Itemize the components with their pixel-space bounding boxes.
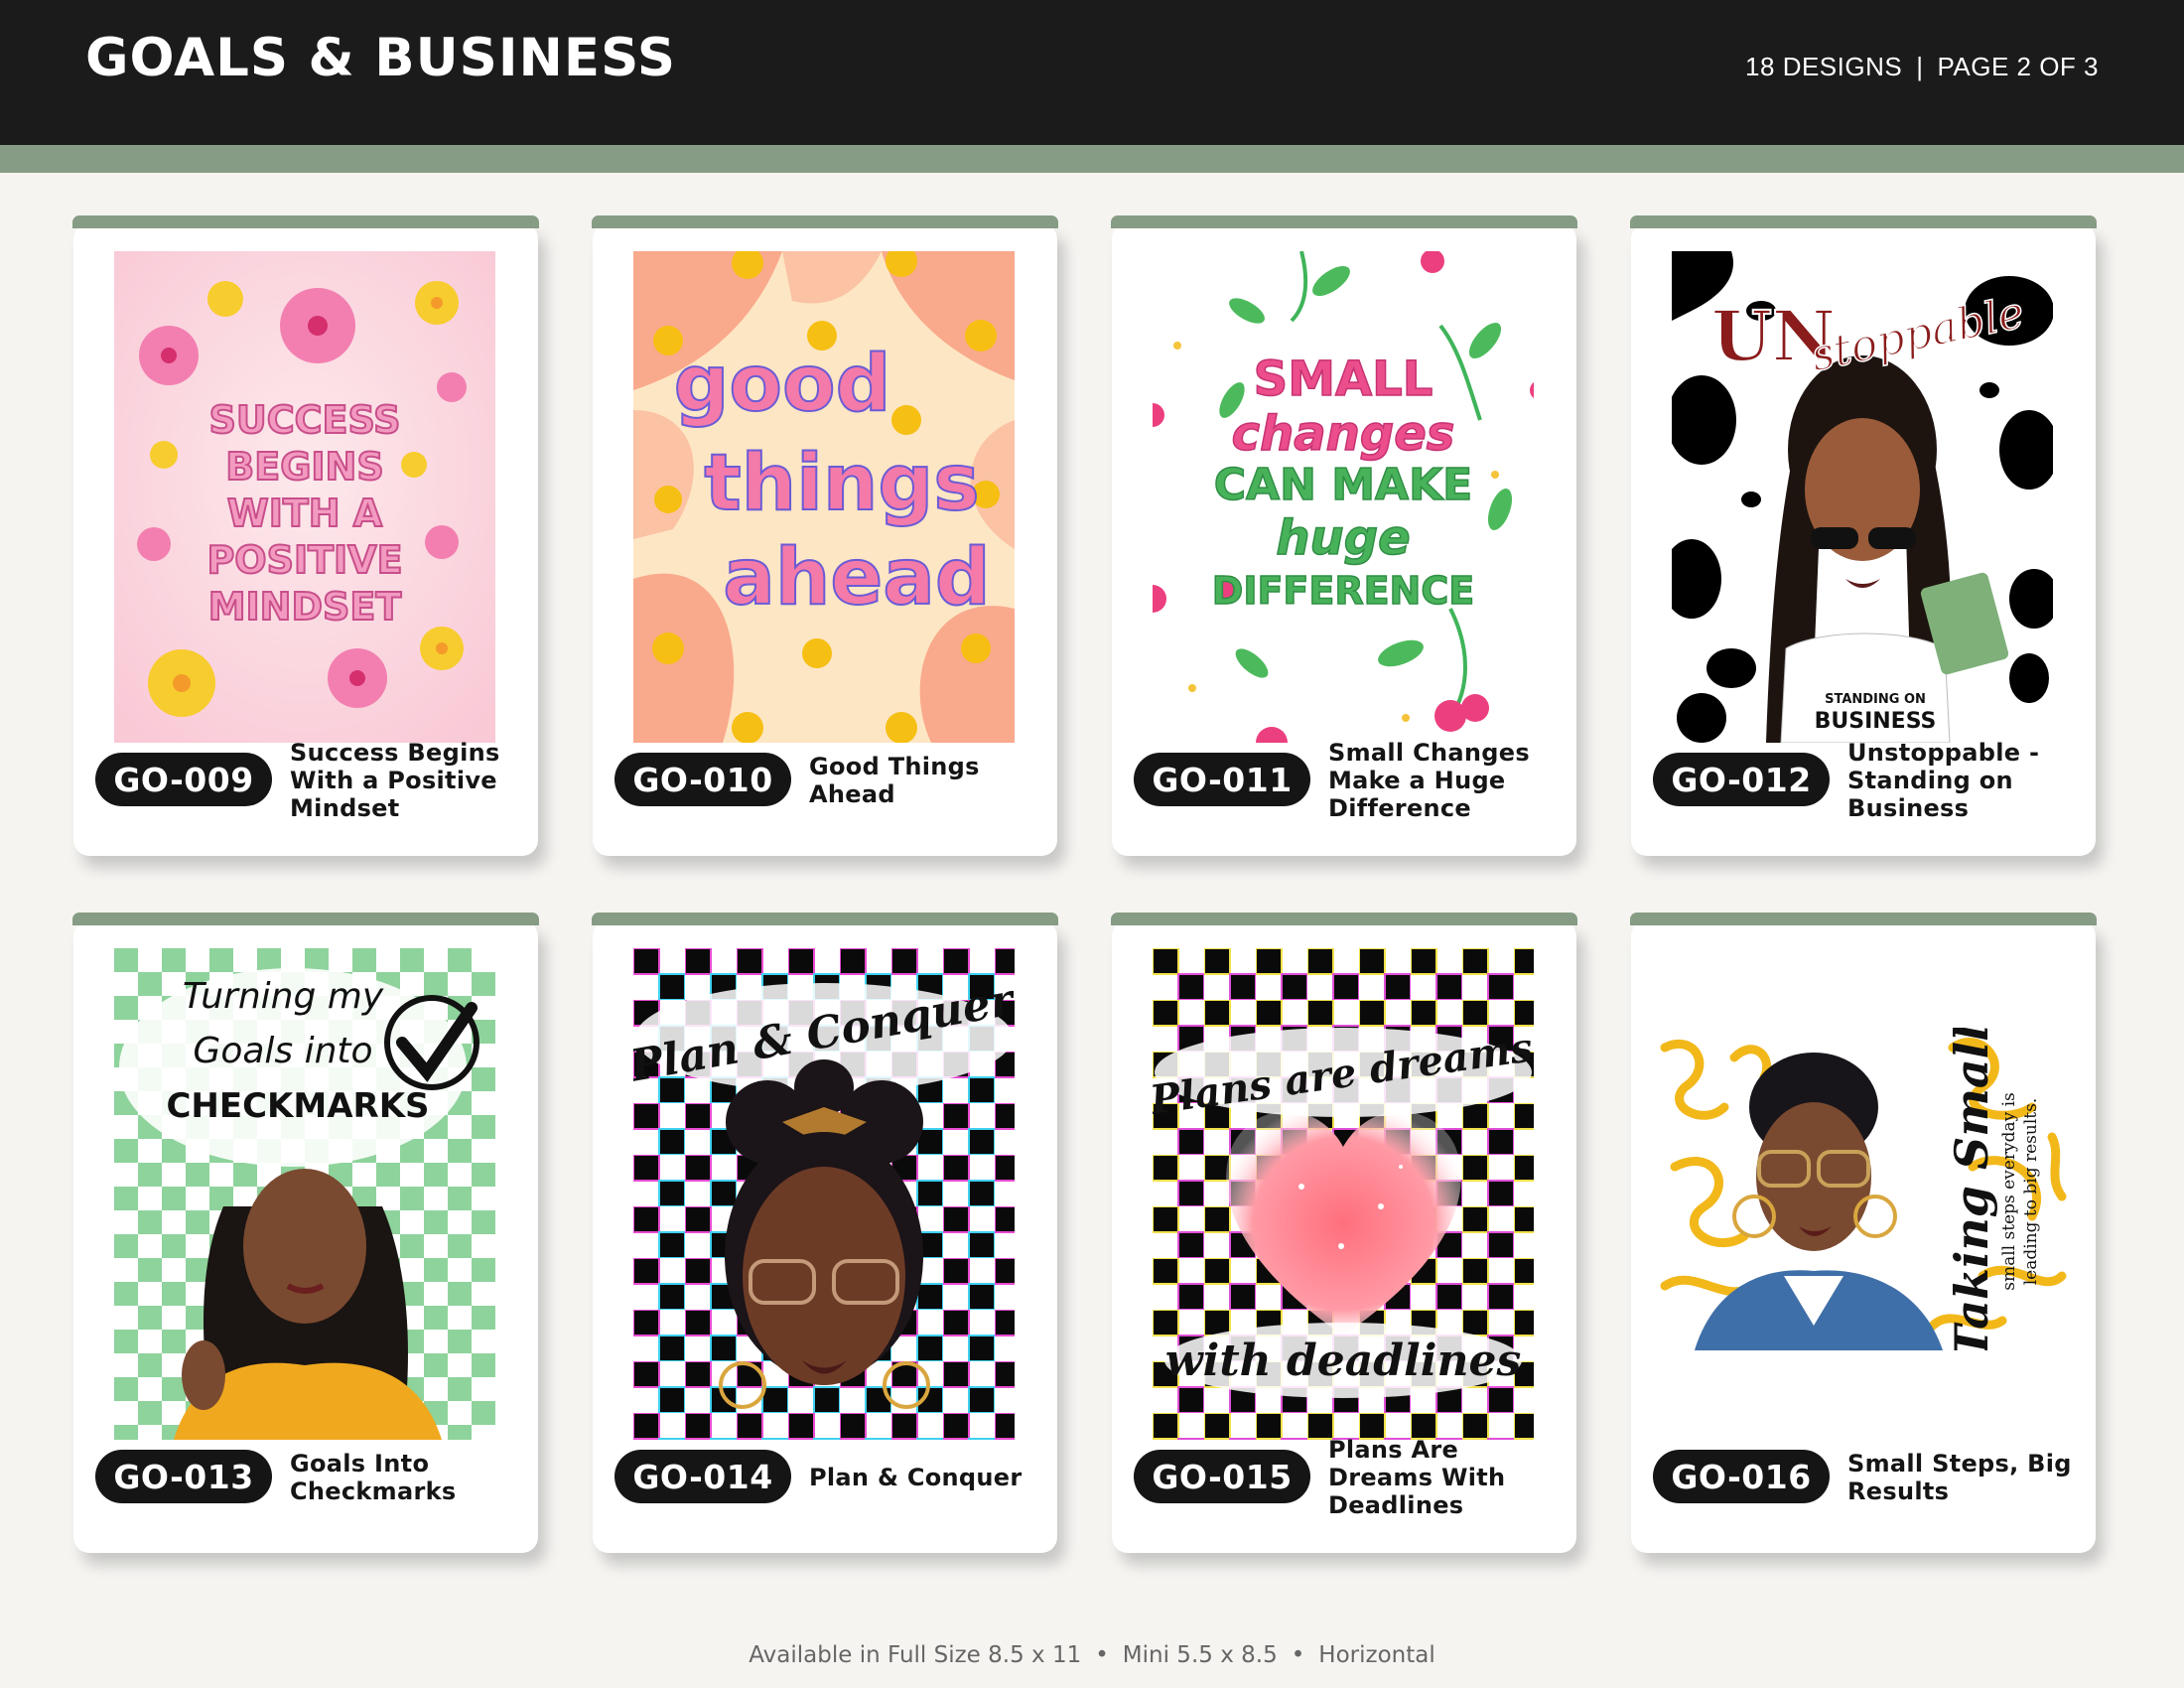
meta-separator: | <box>1916 52 1924 81</box>
size-full: Available in Full Size 8.5 x 11 <box>749 1642 1082 1668</box>
design-artwork[interactable]: Plans are dreams with deadlines <box>1153 948 1534 1440</box>
design-artwork[interactable]: Taking Small small steps everyday is lea… <box>1655 1028 2072 1350</box>
art-text-line: things <box>704 439 979 528</box>
art-text-line: SMALL <box>1254 352 1433 407</box>
art-text-line: Turning my <box>183 976 384 1017</box>
art-text-line: SUCCESS <box>209 398 401 442</box>
design-card[interactable]: SMALL changes CAN MAKE huge DIFFERENCE G… <box>1111 215 1577 856</box>
art-text-line: POSITIVE <box>206 538 402 582</box>
card-top-band <box>592 913 1058 925</box>
size-mini: Mini 5.5 x 8.5 <box>1122 1642 1278 1668</box>
art-text-line: leading to big results. <box>2021 1098 2041 1286</box>
design-code-badge: GO-013 <box>95 1450 272 1503</box>
art-text-line: CAN MAKE <box>1214 460 1472 510</box>
artwork-good-things-ahead: good things ahead <box>633 251 1015 743</box>
card-top-band <box>1630 215 2097 228</box>
artwork-goals-checkmarks: Turning my Goals into CHECKMARKS <box>114 948 495 1440</box>
card-top-band <box>1111 913 1577 925</box>
page-header: GOALS & BUSINESS 18 DESIGNS | PAGE 2 OF 3 <box>0 0 2184 145</box>
footer-bullet: • <box>1095 1642 1109 1668</box>
page-footer: Available in Full Size 8.5 x 11 • Mini 5.5… <box>0 1642 2184 1668</box>
design-title: Unstoppable - Standing on Business <box>1847 739 2040 822</box>
design-title: Good Things Ahead <box>809 753 980 808</box>
design-card[interactable]: SUCCESS BEGINS WITH A POSITIVE MINDSET G… <box>72 215 539 856</box>
design-artwork[interactable]: Turning my Goals into CHECKMARKS <box>114 948 495 1440</box>
design-title: Plans Are Dreams With Deadlines <box>1328 1436 1506 1519</box>
design-code-badge: GO-016 <box>1653 1450 1830 1503</box>
card-top-band <box>72 913 539 925</box>
design-artwork[interactable]: good things ahead <box>633 251 1015 743</box>
design-title: Small Changes Make a Huge Difference <box>1328 739 1530 822</box>
design-code-badge: GO-009 <box>95 753 272 806</box>
page-title: GOALS & BUSINESS <box>85 28 677 88</box>
design-title: Goals Into Checkmarks <box>290 1450 457 1505</box>
artwork-plans-dreams: Plans are dreams with deadlines <box>1153 948 1534 1440</box>
art-text-line: Goals into <box>193 1031 372 1071</box>
design-artwork[interactable]: STANDING ON BUSINESS UN stoppable <box>1672 251 2053 743</box>
artwork-plan-conquer: Plan & Conquer <box>633 948 1015 1440</box>
card-top-band <box>72 215 539 228</box>
artwork-unstoppable: STANDING ON BUSINESS UN stoppable <box>1672 251 2053 743</box>
art-text-line: changes <box>1232 406 1455 462</box>
design-artwork[interactable]: Plan & Conquer <box>633 948 1015 1440</box>
design-card[interactable]: Taking Small small steps everyday is lea… <box>1630 913 2097 1553</box>
art-text-line: DIFFERENCE <box>1212 569 1474 613</box>
design-code-badge: GO-011 <box>1134 753 1310 806</box>
art-text-line: STANDING ON <box>1825 692 1926 707</box>
design-title: Small Steps, Big Results <box>1847 1450 2072 1505</box>
design-artwork[interactable]: SMALL changes CAN MAKE huge DIFFERENCE <box>1153 251 1534 743</box>
design-count: 18 DESIGNS <box>1745 52 1903 81</box>
design-card[interactable]: STANDING ON BUSINESS UN stoppable GO-012… <box>1630 215 2097 856</box>
art-text-line: good <box>674 340 891 429</box>
design-card[interactable]: Plans are dreams with deadlines GO-015 P… <box>1111 913 1577 1553</box>
header-accent-bar <box>0 145 2184 173</box>
footer-bullet: • <box>1291 1642 1305 1668</box>
design-title: Success Begins With a Positive Mindset <box>290 739 500 822</box>
design-card[interactable]: good things ahead GO-010 Good Things Ahe… <box>592 215 1058 856</box>
art-text-line: MINDSET <box>208 585 402 629</box>
card-top-band <box>1630 913 2097 925</box>
design-code-badge: GO-010 <box>614 753 791 806</box>
design-card[interactable]: Plan & Conquer GO-014 Plan & Conquer <box>592 913 1058 1553</box>
art-text-line: WITH A <box>227 492 383 535</box>
card-top-band <box>1111 215 1577 228</box>
art-text-line: small steps everyday is <box>1999 1092 2019 1291</box>
art-text-line: Taking Small <box>1945 1028 1998 1350</box>
orientation: Horizontal <box>1318 1642 1435 1668</box>
artwork-small-changes: SMALL changes CAN MAKE huge DIFFERENCE <box>1153 251 1534 743</box>
artwork-small-steps: Taking Small small steps everyday is lea… <box>1655 1028 2072 1350</box>
design-artwork[interactable]: SUCCESS BEGINS WITH A POSITIVE MINDSET <box>114 251 495 743</box>
design-title: Plan & Conquer <box>809 1464 1023 1491</box>
design-code-badge: GO-014 <box>614 1450 791 1503</box>
page-indicator: PAGE 2 OF 3 <box>1937 52 2099 81</box>
artwork-success-mindset: SUCCESS BEGINS WITH A POSITIVE MINDSET <box>114 251 495 743</box>
design-code-badge: GO-015 <box>1134 1450 1310 1503</box>
art-text-line: huge <box>1276 510 1410 566</box>
design-code-badge: GO-012 <box>1653 753 1830 806</box>
art-text-line: ahead <box>723 533 991 623</box>
card-top-band <box>592 215 1058 228</box>
art-text-line: with deadlines <box>1165 1336 1521 1386</box>
design-card[interactable]: Turning my Goals into CHECKMARKS GO-013 … <box>72 913 539 1553</box>
page-meta: 18 DESIGNS | PAGE 2 OF 3 <box>1745 52 2099 82</box>
art-text-line: CHECKMARKS <box>166 1086 429 1126</box>
art-text-line: BEGINS <box>225 445 383 489</box>
art-text-line: BUSINESS <box>1815 709 1937 734</box>
